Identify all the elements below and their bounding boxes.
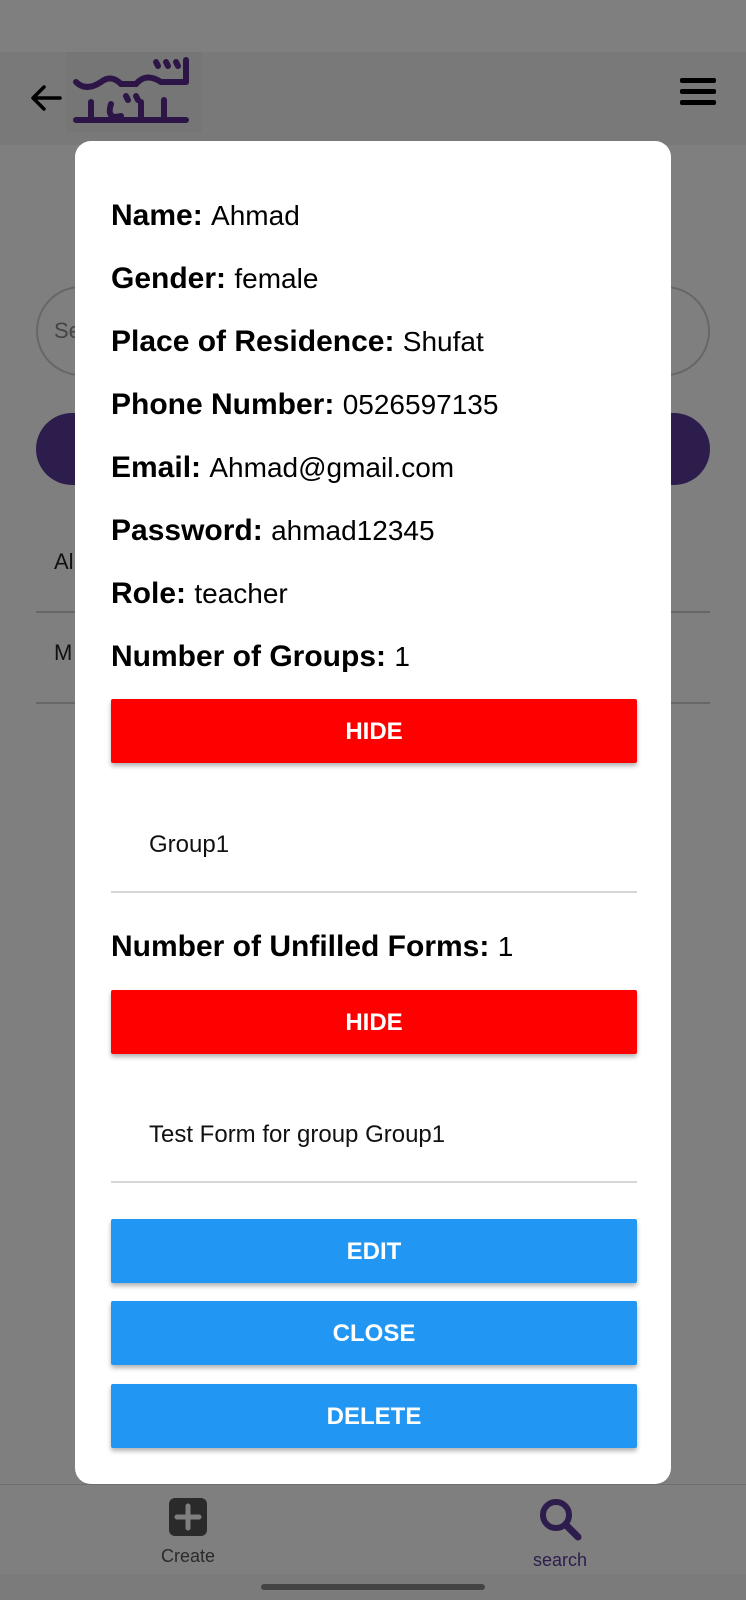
field-gender: Gender: female: [111, 262, 318, 296]
form-name: Test Form for group Group1: [149, 1121, 446, 1148]
field-email-value: Ahmad@gmail.com: [209, 452, 455, 483]
delete-button[interactable]: DELETE: [111, 1384, 637, 1448]
edit-button[interactable]: EDIT: [111, 1219, 637, 1283]
group-name: Group1: [149, 831, 230, 858]
user-details-dialog: Name: Ahmad Gender: female Place of Resi…: [75, 141, 671, 1484]
group-list-item[interactable]: Group1: [111, 791, 637, 893]
hide-groups-button[interactable]: HIDE: [111, 699, 637, 763]
field-unfilled-forms-label: Number of Unfilled Forms:: [111, 930, 490, 963]
field-role: Role: teacher: [111, 577, 288, 611]
field-unfilled-forms: Number of Unfilled Forms: 1: [111, 930, 513, 964]
field-phone-label: Phone Number:: [111, 388, 335, 421]
field-role-value: teacher: [194, 578, 288, 609]
field-gender-label: Gender:: [111, 262, 227, 295]
hide-forms-button[interactable]: HIDE: [111, 990, 637, 1054]
field-password-label: Password:: [111, 514, 263, 547]
field-name-label: Name:: [111, 199, 203, 232]
field-residence-label: Place of Residence:: [111, 325, 395, 358]
close-button[interactable]: CLOSE: [111, 1301, 637, 1365]
field-residence: Place of Residence: Shufat: [111, 325, 484, 359]
field-email: Email: Ahmad@gmail.com: [111, 451, 454, 485]
field-phone-value: 0526597135: [342, 389, 499, 420]
field-unfilled-forms-value: 1: [497, 931, 514, 962]
field-name: Name: Ahmad: [111, 199, 300, 233]
field-password-value: ahmad12345: [271, 515, 435, 546]
field-groups-count-value: 1: [394, 641, 410, 672]
field-email-label: Email:: [111, 451, 202, 484]
field-gender-value: female: [234, 263, 319, 294]
field-name-value: Ahmad: [211, 200, 300, 231]
field-phone: Phone Number: 0526597135: [111, 388, 498, 422]
field-role-label: Role:: [111, 577, 186, 610]
field-residence-value: Shufat: [402, 326, 484, 357]
field-groups-count: Number of Groups: 1: [111, 640, 410, 674]
form-list-item[interactable]: Test Form for group Group1: [111, 1081, 637, 1183]
field-password: Password: ahmad12345: [111, 514, 435, 548]
field-groups-count-label: Number of Groups:: [111, 640, 386, 673]
